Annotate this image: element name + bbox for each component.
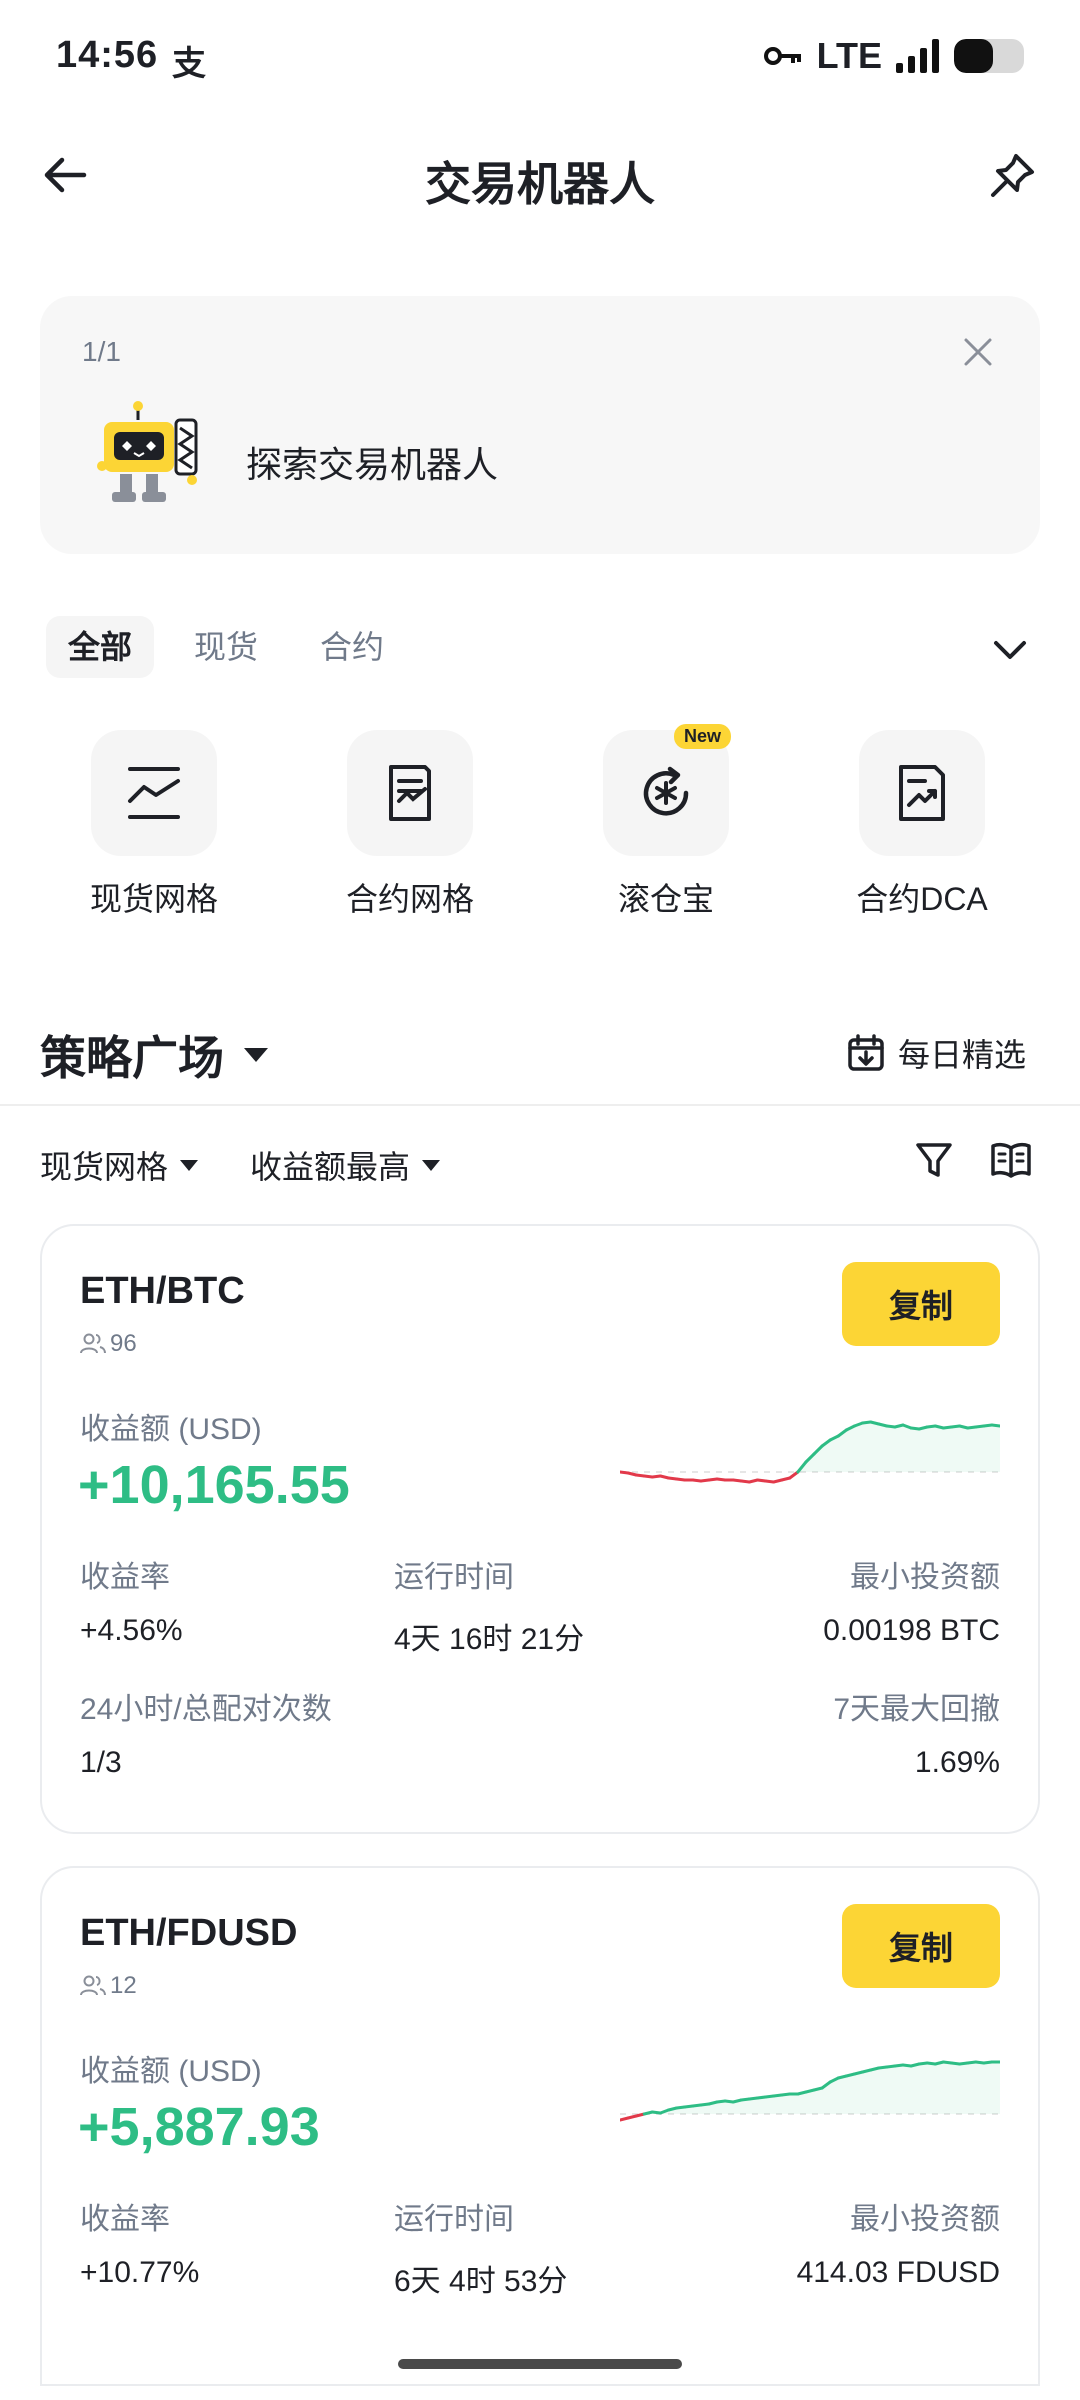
page-title: 交易机器人	[425, 158, 655, 210]
users-icon	[80, 1333, 106, 1354]
runtime-label: 运行时间	[394, 1561, 514, 1594]
pnl-value: +5,887.93	[78, 2097, 320, 2157]
status-time: 14:56	[56, 34, 159, 76]
tab-spot[interactable]: 现货	[172, 616, 280, 678]
caret-down-icon	[244, 1048, 268, 1062]
category-tabs: 全部 现货 合约	[46, 616, 406, 678]
bot-rolling-position[interactable]: New 滚仓宝	[546, 724, 786, 920]
matches-value: 1/3	[80, 1746, 122, 1779]
min-invest-value: 0.00198 BTC	[823, 1614, 1000, 1647]
filter-row: 现货网格 收益额最高	[40, 1142, 441, 1188]
futures-grid-icon	[389, 765, 431, 821]
drawdown-value: 1.69%	[914, 1746, 1000, 1779]
drawdown-label: 7天最大回撤	[833, 1693, 1000, 1726]
drawdown-stat: 7天最大回撤 1.69%	[833, 1684, 1000, 1780]
roi-stat: 收益率 +10.77%	[80, 2194, 199, 2290]
strategy-title: 策略广场	[40, 1032, 224, 1084]
matches-stat: 24小时/总配对次数 1/3	[80, 1684, 332, 1780]
bot-label: 合约DCA	[856, 881, 988, 917]
guide-book-icon[interactable]	[990, 1140, 1032, 1180]
min-invest-label: 最小投资额	[850, 1561, 1000, 1594]
pnl-label: 收益额 (USD)	[80, 2055, 262, 2088]
roi-stat: 收益率 +4.56%	[80, 1552, 183, 1648]
min-invest-label: 最小投资额	[850, 2203, 1000, 2236]
pnl-sparkline	[620, 1420, 1000, 1484]
strategy-card[interactable]: ETH/BTC 96 复制 收益额 (USD) +10,165.55 收益率 +…	[40, 1224, 1040, 1834]
new-badge: New	[673, 724, 731, 749]
battery-icon	[954, 39, 1024, 73]
banner-text: 探索交易机器人	[246, 444, 499, 485]
rolling-position-icon	[643, 766, 689, 816]
copiers-count: 12	[80, 1972, 137, 2000]
home-indicator[interactable]	[398, 2359, 682, 2369]
pnl-value: +10,165.55	[78, 1455, 350, 1515]
trading-pair: ETH/BTC	[80, 1270, 245, 1312]
tab-all[interactable]: 全部	[46, 616, 155, 678]
divider	[0, 1104, 1080, 1106]
copiers-value: 12	[110, 1972, 137, 1999]
top-bar: 交易机器人	[0, 118, 1080, 238]
runtime-value: 4天 16时 21分	[394, 1623, 585, 1656]
filter-funnel-icon[interactable]	[914, 1140, 954, 1180]
alipay-icon: 支	[172, 45, 206, 83]
roi-label: 收益率	[80, 1561, 170, 1594]
strategy-plaza-dropdown[interactable]: 策略广场	[40, 1022, 268, 1088]
matches-label: 24小时/总配对次数	[80, 1693, 332, 1726]
banner-counter: 1/1	[82, 336, 121, 367]
roi-label: 收益率	[80, 2203, 170, 2236]
status-bar: 14:56 支 LTE	[0, 0, 1080, 118]
users-icon	[80, 1975, 106, 1996]
sort-filter[interactable]: 收益额最高	[250, 1142, 441, 1188]
bot-type-filter[interactable]: 现货网格	[40, 1142, 199, 1188]
min-invest-value: 414.03 FDUSD	[796, 2256, 1000, 2289]
runtime-label: 运行时间	[394, 2203, 514, 2236]
runtime-value: 6天 4时 53分	[394, 2265, 568, 2298]
futures-dca-icon	[899, 765, 945, 821]
daily-pick-label: 每日精选	[897, 1037, 1026, 1073]
filter-actions	[914, 1140, 1032, 1180]
bot-label: 现货网格	[89, 881, 218, 917]
explore-banner[interactable]: 1/1 探索交易机器人	[40, 296, 1040, 554]
roi-value: +4.56%	[80, 1614, 183, 1647]
pnl-label: 收益额 (USD)	[80, 1413, 262, 1446]
copy-button[interactable]: 复制	[842, 1904, 1000, 1988]
pnl-sparkline	[620, 2060, 1000, 2122]
strategy-card[interactable]: ETH/FDUSD 12 复制 收益额 (USD) +5,887.93 收益率 …	[40, 1866, 1040, 2386]
tab-futures[interactable]: 合约	[298, 616, 406, 678]
close-icon[interactable]	[958, 332, 998, 372]
caret-down-icon	[422, 1159, 441, 1171]
sparkline-area	[620, 2062, 1000, 2114]
spot-grid-icon	[128, 767, 180, 819]
min-invest-stat: 最小投资额 0.00198 BTC	[823, 1552, 1000, 1648]
bot-type-filter-label: 现货网格	[40, 1149, 169, 1185]
bot-label: 滚仓宝	[617, 881, 714, 917]
status-right: LTE	[763, 35, 1024, 76]
chevron-down-icon[interactable]	[990, 630, 1030, 670]
sparkline-area	[620, 1422, 1000, 1472]
key-icon	[763, 47, 801, 65]
roi-value: +10.77%	[80, 2256, 200, 2289]
network-type: LTE	[816, 35, 882, 76]
calendar-icon	[848, 1034, 884, 1071]
daily-pick-button[interactable]: 每日精选	[846, 1030, 1026, 1076]
bot-futures-grid[interactable]: 合约网格	[290, 730, 530, 920]
bot-spot-grid[interactable]: 现货网格	[34, 730, 274, 920]
robot-icon	[97, 401, 198, 502]
signal-icon	[896, 39, 939, 73]
runtime-stat: 运行时间 4天 16时 21分	[394, 1552, 584, 1658]
sparkline-segment	[990, 1423, 1000, 1428]
pin-icon[interactable]	[984, 148, 1040, 204]
copy-button[interactable]: 复制	[842, 1262, 1000, 1346]
caret-down-icon	[180, 1159, 199, 1171]
trading-pair: ETH/FDUSD	[80, 1912, 298, 1954]
min-invest-stat: 最小投资额 414.03 FDUSD	[797, 2194, 1000, 2290]
bot-label: 合约网格	[345, 881, 474, 917]
sort-filter-label: 收益额最高	[250, 1149, 411, 1185]
runtime-stat: 运行时间 6天 4时 53分	[394, 2194, 567, 2300]
bot-futures-dca[interactable]: 合约DCA	[802, 730, 1042, 920]
bot-types: 现货网格 合约网格 New 滚仓宝 合约DCA	[0, 724, 1080, 920]
copiers-count: 96	[80, 1330, 137, 1358]
copiers-value: 96	[110, 1330, 137, 1357]
